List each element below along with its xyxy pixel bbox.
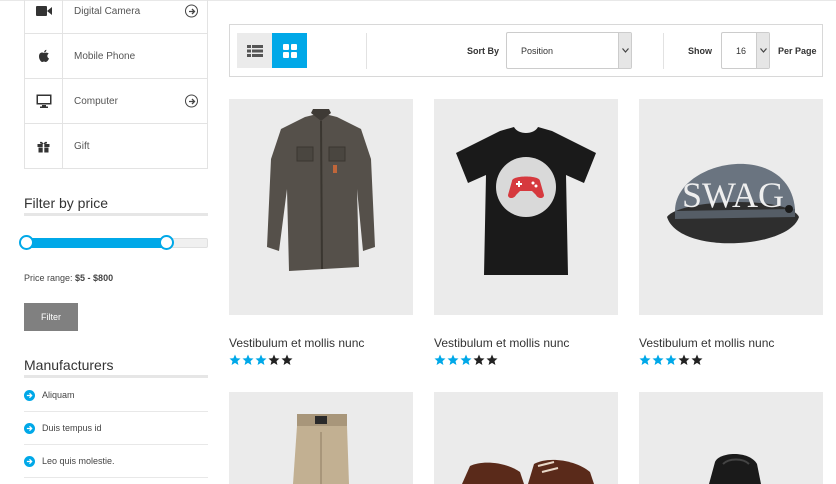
arrow-right-circle-icon: [24, 422, 35, 434]
cap-text: SWAG: [682, 175, 784, 215]
product-card[interactable]: SWAG Vestibulum et mollis nunc: [639, 99, 823, 366]
product-image[interactable]: [229, 99, 413, 315]
show-label: Show: [688, 46, 712, 56]
shirt-image: [267, 109, 375, 271]
rating-stars: [229, 354, 413, 366]
price-range-text: Price range: $5 - $800: [24, 273, 113, 283]
arrow-right-circle-icon[interactable]: [185, 4, 198, 18]
product-name[interactable]: Vestibulum et mollis nunc: [229, 336, 413, 350]
category-list: Digital Camera Mobile Phone Computer Gif…: [24, 0, 208, 169]
tshirt-image: [456, 127, 596, 275]
product-card[interactable]: [229, 392, 413, 484]
list-view-button[interactable]: [237, 33, 272, 68]
filter-button[interactable]: Filter: [24, 303, 78, 331]
star-empty-icon: [678, 354, 690, 365]
per-page-value: 16: [736, 45, 747, 56]
star-filled-icon: [242, 354, 254, 365]
price-slider-max-handle[interactable]: [158, 235, 174, 250]
category-item-computer[interactable]: Computer: [25, 78, 207, 123]
product-card[interactable]: Vestibulum et mollis nunc: [434, 99, 618, 366]
cap-image: SWAG: [667, 163, 799, 244]
list-view-icon: [246, 44, 263, 57]
sort-by-select[interactable]: Position: [506, 32, 632, 69]
star-filled-icon: [460, 354, 472, 365]
product-image[interactable]: [434, 99, 618, 315]
manufacturer-label: Duis tempus id: [42, 423, 102, 433]
star-filled-icon: [434, 354, 446, 365]
heading-underline: [24, 375, 208, 378]
category-item-gift[interactable]: Gift: [25, 123, 207, 168]
star-filled-icon: [255, 354, 267, 365]
sort-by-label: Sort By: [467, 46, 500, 56]
star-empty-icon: [486, 354, 498, 365]
manufacturers-heading: Manufacturers: [24, 357, 114, 373]
star-filled-icon: [229, 354, 241, 365]
category-item-mobile-phone[interactable]: Mobile Phone: [25, 33, 207, 78]
product-image[interactable]: [639, 392, 823, 484]
rating-stars: [434, 354, 618, 366]
star-filled-icon: [639, 354, 651, 365]
price-slider[interactable]: [19, 235, 208, 250]
star-empty-icon: [691, 354, 703, 365]
grid-view-icon: [282, 43, 297, 58]
manufacturer-label: Leo quis molestie.: [42, 456, 115, 466]
product-card[interactable]: Vestibulum et mollis nunc: [229, 99, 413, 366]
product-name[interactable]: Vestibulum et mollis nunc: [639, 336, 823, 350]
product-image[interactable]: [434, 392, 618, 484]
shoes-image: [462, 459, 594, 484]
monitor-icon: [25, 79, 63, 123]
product-image[interactable]: [229, 392, 413, 484]
product-name[interactable]: Vestibulum et mollis nunc: [434, 336, 618, 350]
arrow-right-circle-icon: [24, 455, 35, 467]
price-range-value: $5 - $800: [75, 273, 114, 283]
price-slider-min-handle[interactable]: [19, 235, 34, 250]
filter-by-price-heading: Filter by price: [24, 195, 109, 211]
pants-image: [293, 414, 349, 484]
product-card[interactable]: [639, 392, 823, 484]
chevron-down-icon: [618, 33, 631, 68]
product-card[interactable]: [434, 392, 618, 484]
grid-view-button[interactable]: [272, 33, 307, 68]
category-item-digital-camera[interactable]: Digital Camera: [25, 0, 207, 33]
price-slider-range: [25, 238, 165, 248]
video-camera-icon: [25, 0, 63, 33]
rating-stars: [639, 354, 823, 366]
category-label: Gift: [74, 140, 90, 152]
arrow-right-circle-icon[interactable]: [185, 94, 198, 108]
star-filled-icon: [447, 354, 459, 365]
star-empty-icon: [281, 354, 293, 365]
sort-by-value: Position: [521, 45, 554, 56]
product-image[interactable]: SWAG: [639, 99, 823, 315]
product-toolbar: Sort By Position Show 16 Per Page: [229, 24, 823, 77]
star-empty-icon: [268, 354, 280, 365]
toolbar-divider: [366, 33, 367, 69]
price-range-label: Price range:: [24, 273, 73, 283]
boot-image: [709, 454, 761, 484]
gift-icon: [25, 124, 63, 168]
star-filled-icon: [652, 354, 664, 365]
heading-underline: [24, 213, 208, 216]
manufacturer-label: Aliquam: [42, 390, 75, 400]
manufacturer-item[interactable]: Leo quis molestie.: [24, 445, 208, 478]
star-filled-icon: [665, 354, 677, 365]
per-page-label: Per Page: [778, 46, 817, 56]
star-empty-icon: [473, 354, 485, 365]
manufacturer-item[interactable]: Aliquam: [24, 379, 208, 412]
manufacturer-list: Aliquam Duis tempus id Leo quis molestie…: [24, 379, 208, 478]
arrow-right-circle-icon: [24, 389, 35, 401]
toolbar-divider: [663, 33, 664, 69]
manufacturer-item[interactable]: Duis tempus id: [24, 412, 208, 445]
category-label: Mobile Phone: [74, 50, 136, 62]
per-page-select[interactable]: 16: [721, 32, 770, 69]
chevron-down-icon: [756, 33, 769, 68]
apple-icon: [25, 34, 63, 78]
